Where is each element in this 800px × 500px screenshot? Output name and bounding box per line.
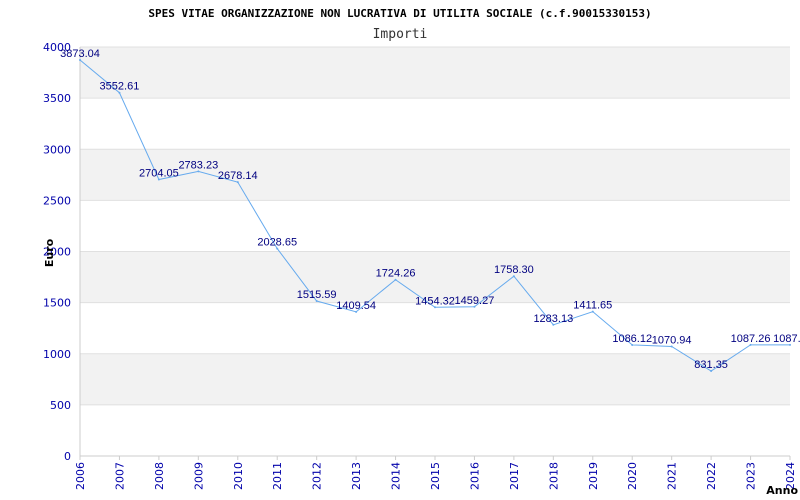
data-label: 3873.04 (60, 48, 100, 60)
data-label: 2783.23 (178, 159, 218, 171)
x-tick-label: 2020 (626, 462, 639, 490)
x-tick-label: 2019 (587, 462, 600, 490)
y-tick-label: 1500 (43, 297, 71, 310)
x-tick-labels: 2006 2007 2008 2009 2010 2011 2012 2013 2014 2015… (74, 462, 797, 490)
data-label: 1070.94 (652, 334, 692, 346)
data-label: 1515.59 (297, 289, 337, 301)
background-band (80, 47, 790, 99)
x-tick-label: 2006 (74, 462, 87, 490)
background-bands (80, 47, 790, 405)
data-label: 1087.1 (773, 333, 800, 345)
x-tick-label: 2012 (311, 462, 324, 490)
x-tick-label: 2017 (508, 462, 521, 490)
data-label: 3552.61 (100, 81, 140, 93)
y-tick-label: 3500 (43, 92, 71, 105)
x-tick-label: 2018 (547, 462, 560, 490)
x-tick-label: 2014 (390, 462, 403, 490)
line-chart: 05001000150020002500300035004000 2006 200… (43, 7, 800, 497)
data-label: 1411.65 (573, 300, 612, 312)
data-label: 2704.05 (139, 168, 179, 180)
series-importi (79, 58, 791, 372)
x-tick-label: 2023 (745, 462, 758, 490)
x-tick-label: 2007 (113, 462, 126, 490)
x-tick-label: 2009 (192, 462, 205, 490)
x-tick-label: 2022 (705, 462, 718, 490)
data-label: 2678.14 (218, 170, 258, 182)
series-line (79, 59, 791, 372)
data-label: 1454.32 (415, 295, 455, 307)
chart-subtitle: Importi (373, 27, 428, 42)
y-tick-label: 2500 (43, 194, 71, 207)
y-tick-label: 1000 (43, 348, 71, 361)
background-band (80, 149, 790, 201)
data-label: 1758.30 (494, 264, 534, 276)
x-axis-label: Anno (766, 484, 798, 497)
x-tick-label: 2015 (429, 462, 442, 490)
data-label: 1087.26 (731, 333, 771, 345)
y-tick-label: 0 (64, 450, 71, 463)
background-band (80, 353, 790, 405)
x-tick-label: 2008 (153, 462, 166, 490)
y-tick-label: 500 (50, 399, 71, 412)
y-axis-label: Euro (43, 238, 56, 267)
data-label: 831.35 (694, 359, 728, 371)
chart-title: SPES VITAE ORGANIZZAZIONE NON LUCRATIVA … (148, 7, 651, 20)
x-tick-label: 2016 (468, 462, 481, 490)
data-label: 1459.27 (455, 295, 495, 307)
x-tick-label: 2013 (350, 462, 363, 490)
data-label: 1724.26 (376, 268, 416, 280)
data-label: 1086.12 (612, 333, 652, 345)
data-label: 1283.13 (533, 313, 573, 325)
x-tick-label: 2010 (232, 462, 245, 490)
data-label: 2028.65 (257, 237, 297, 249)
x-tick-label: 2021 (666, 462, 679, 490)
x-tick-label: 2011 (271, 462, 284, 490)
y-tick-label: 3000 (43, 143, 71, 156)
data-label: 1409.54 (336, 300, 376, 312)
